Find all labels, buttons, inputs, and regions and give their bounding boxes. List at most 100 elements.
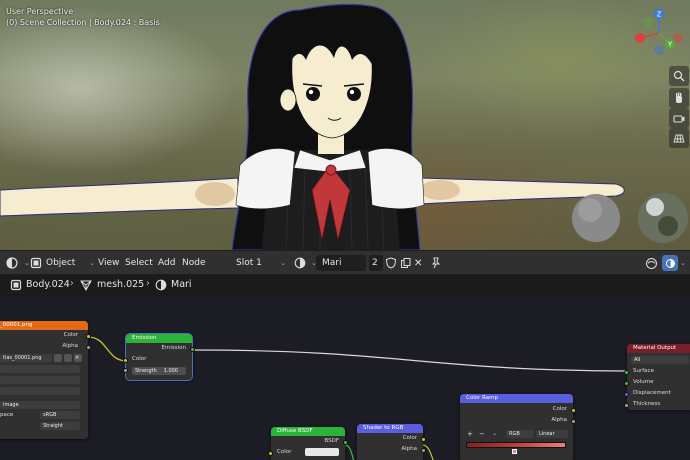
displacement-input-socket[interactable] [624, 392, 629, 397]
node-editor-canvas[interactable]: _00001.png Color Alpha tlas_00001.png ✕ … [0, 296, 690, 460]
surface-input-socket[interactable] [624, 370, 629, 375]
character-model[interactable] [0, 0, 690, 250]
target-dropdown[interactable]: All [631, 356, 689, 364]
color-ramp-gradient[interactable] [466, 442, 566, 448]
link-emission-to-output [191, 349, 627, 372]
material-sphere-icon [155, 279, 167, 291]
pin-button[interactable] [430, 254, 442, 272]
camera-view-button[interactable] [669, 108, 689, 128]
breadcrumb-material: Mari [171, 279, 192, 290]
image-name-field[interactable]: tlas_00001.png [0, 354, 52, 362]
shield-icon [385, 257, 397, 269]
eye-left [306, 87, 320, 101]
3d-viewport[interactable]: User Perspective (0) Scene Collection | … [0, 0, 690, 250]
chevron-right-icon: › [146, 278, 150, 289]
strength-input-socket[interactable] [123, 368, 128, 373]
object-icon [10, 279, 22, 291]
color-output-socket[interactable] [86, 334, 91, 339]
socket-label: Color [277, 449, 292, 455]
thickness-input-socket[interactable] [624, 403, 629, 408]
socket-label: BSDF [324, 438, 339, 444]
copy-icon[interactable] [64, 354, 72, 362]
svg-text:Z: Z [657, 11, 662, 19]
editor-type-dropdown[interactable]: ⌄ [5, 254, 30, 272]
color-output-socket[interactable] [571, 408, 576, 413]
emission-output-socket[interactable] [190, 347, 195, 352]
link-diffuse-to-shader [344, 444, 355, 460]
close-icon[interactable]: ✕ [74, 354, 82, 362]
color-input-socket[interactable] [268, 451, 273, 456]
chevron-down-icon[interactable]: ⌄ [492, 430, 497, 437]
projection-dropdown[interactable]: Image [0, 401, 80, 409]
color-stop-marker[interactable] [512, 449, 517, 454]
color-mode-dropdown[interactable]: RGB [506, 430, 534, 438]
mesh-icon [80, 280, 92, 291]
add-stop-button[interactable]: + [467, 430, 473, 438]
color-ramp-node[interactable]: Color Ramp Color Alpha + − ⌄ RGB Linear [460, 394, 576, 460]
view-mode-label: User Perspective [6, 7, 74, 16]
alpha-output-socket[interactable] [571, 419, 576, 424]
sleeve-right [367, 148, 425, 210]
material-name[interactable]: Mari [316, 255, 366, 271]
shield-icon[interactable] [54, 354, 62, 362]
colorspace-dropdown[interactable]: sRGB [40, 411, 80, 419]
interpolation-dropdown[interactable]: Linear [536, 430, 568, 438]
chevron-right-icon: › [70, 278, 74, 289]
ortho-toggle-button[interactable] [669, 128, 689, 148]
fake-user-button[interactable] [385, 254, 397, 272]
material-name-field[interactable]: Mari [316, 254, 366, 272]
overlay-icon [646, 257, 657, 269]
node-title: _00001.png [0, 321, 88, 330]
image-texture-node[interactable]: _00001.png Color Alpha tlas_00001.png ✕ … [0, 321, 91, 439]
material-output-node[interactable]: Material Output All Surface Volume Displ… [624, 344, 690, 410]
alpha-output-socket[interactable] [86, 345, 91, 350]
socket-label: Surface [633, 368, 654, 374]
socket-label: Emission [161, 345, 186, 351]
camera-icon [673, 115, 685, 123]
breadcrumb-mesh: mesh.025 [97, 279, 145, 290]
menu-view[interactable]: View [98, 254, 119, 272]
menu-select[interactable]: Select [125, 254, 153, 272]
proj-dropdown[interactable] [0, 387, 80, 395]
alpha-output-socket[interactable] [421, 448, 426, 453]
emission-node[interactable]: Emission Emission Color Strength 1.000 [123, 333, 195, 381]
socket-label: Volume [633, 379, 654, 385]
volume-input-socket[interactable] [624, 381, 629, 386]
menu-node[interactable]: Node [182, 254, 206, 272]
material-sphere-icon [294, 257, 306, 269]
socket-label: Color [552, 406, 567, 412]
interp-dropdown[interactable] [0, 365, 80, 373]
zoom-button[interactable] [669, 66, 689, 86]
svg-text:Y: Y [667, 41, 673, 49]
socket-label: Color [402, 435, 417, 441]
diffuse-bsdf-node[interactable]: Diffuse BSDF BSDF Color [268, 427, 348, 460]
overlays-button[interactable] [645, 254, 658, 272]
strength-field[interactable]: Strength 1.000 [132, 367, 186, 375]
color-swatch[interactable] [305, 448, 339, 456]
chevron-down-icon: ⌄ [24, 259, 30, 267]
remove-stop-button[interactable]: − [479, 430, 485, 438]
view-toggle-button[interactable]: ⌄ [662, 254, 686, 272]
color-output-socket[interactable] [421, 437, 426, 442]
pan-button[interactable] [669, 88, 689, 108]
close-icon: ✕ [414, 257, 423, 269]
node-links [87, 336, 627, 460]
user-count-button[interactable]: 2 [369, 254, 383, 272]
slot-dropdown[interactable]: Slot 1 ⌄ [236, 254, 286, 272]
navigation-gizmo[interactable]: Z Y [630, 6, 688, 56]
menu-add[interactable]: Add [158, 254, 175, 272]
alpha-mode-dropdown[interactable]: Straight [40, 422, 80, 430]
node-editor-header: ⌄ Object ⌄ View Select Add Node Slot 1 ⌄… [0, 250, 690, 274]
material-browse-button[interactable]: ⌄ [294, 254, 317, 272]
eye-right [347, 87, 361, 101]
ext-dropdown[interactable] [0, 376, 80, 384]
scene-collection-label: (0) Scene Collection | Body.024 : Basis [6, 18, 160, 27]
bsdf-output-socket[interactable] [343, 440, 348, 445]
duplicate-material-button[interactable] [400, 254, 412, 272]
color-input-socket[interactable] [123, 358, 128, 363]
object-mode-icon [30, 257, 42, 269]
unlink-material-button[interactable]: ✕ [414, 254, 422, 272]
shader-to-rgb-node[interactable]: Shader to RGB Color Alpha [357, 424, 426, 460]
mode-dropdown[interactable]: Object ⌄ [30, 254, 95, 272]
socket-label: Color [132, 356, 147, 362]
